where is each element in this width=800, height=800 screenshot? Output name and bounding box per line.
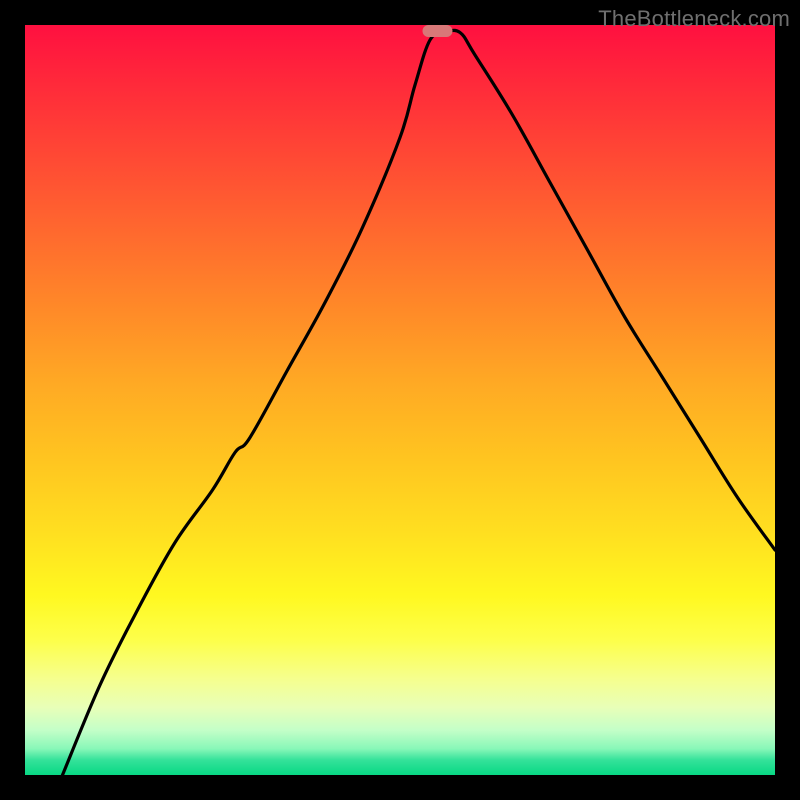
bottleneck-curve [25,25,775,775]
watermark-label: TheBottleneck.com [598,6,790,32]
minimum-marker-icon [423,25,453,37]
plot-area [25,25,775,775]
chart-frame: TheBottleneck.com [0,0,800,800]
